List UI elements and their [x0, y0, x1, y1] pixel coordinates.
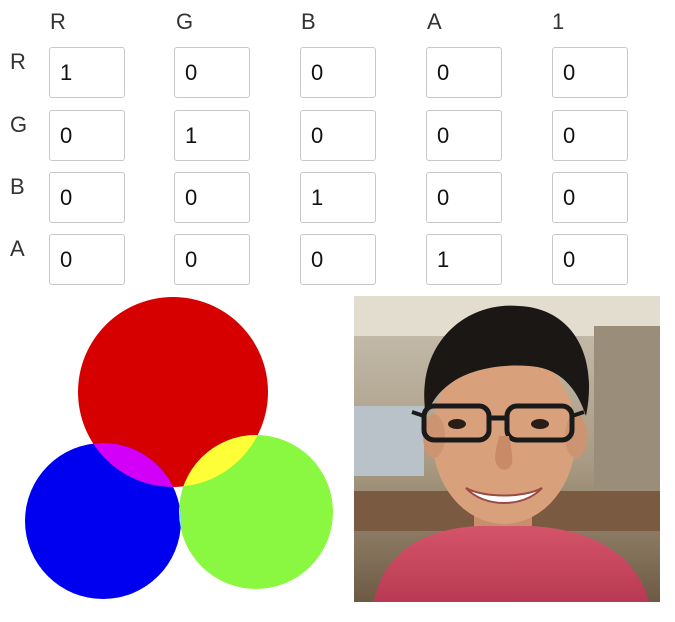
row-header-g: G: [10, 112, 28, 137]
matrix-cell-g-a[interactable]: [426, 110, 502, 161]
row-header-b: B: [10, 174, 25, 199]
column-header-r: R: [50, 9, 66, 34]
matrix-cell-a-g[interactable]: [174, 234, 250, 285]
matrix-cell-r-g[interactable]: [174, 47, 250, 98]
matrix-cell-r-1[interactable]: [552, 47, 628, 98]
matrix-cell-b-g[interactable]: [174, 172, 250, 223]
matrix-cell-r-b[interactable]: [300, 47, 376, 98]
matrix-cell-a-a[interactable]: [426, 234, 502, 285]
matrix-cell-b-1[interactable]: [552, 172, 628, 223]
portrait-photo: [354, 296, 660, 602]
matrix-cell-a-r[interactable]: [49, 234, 125, 285]
row-header-a: A: [10, 236, 25, 261]
row-header-r: R: [10, 49, 26, 74]
matrix-cell-b-b[interactable]: [300, 172, 376, 223]
matrix-cell-b-r[interactable]: [49, 172, 125, 223]
column-header-b: B: [301, 9, 316, 34]
column-header-a: A: [427, 9, 442, 34]
column-header-1: 1: [552, 9, 565, 34]
matrix-cell-g-g[interactable]: [174, 110, 250, 161]
matrix-cell-g-1[interactable]: [552, 110, 628, 161]
matrix-cell-b-a[interactable]: [426, 172, 502, 223]
matrix-cell-g-b[interactable]: [300, 110, 376, 161]
matrix-cell-g-r[interactable]: [49, 110, 125, 161]
matrix-cell-a-b[interactable]: [300, 234, 376, 285]
rgb-venn-diagram: [25, 297, 333, 599]
column-header-g: G: [176, 9, 194, 34]
matrix-cell-r-r[interactable]: [49, 47, 125, 98]
matrix-cell-a-1[interactable]: [552, 234, 628, 285]
matrix-cell-r-a[interactable]: [426, 47, 502, 98]
